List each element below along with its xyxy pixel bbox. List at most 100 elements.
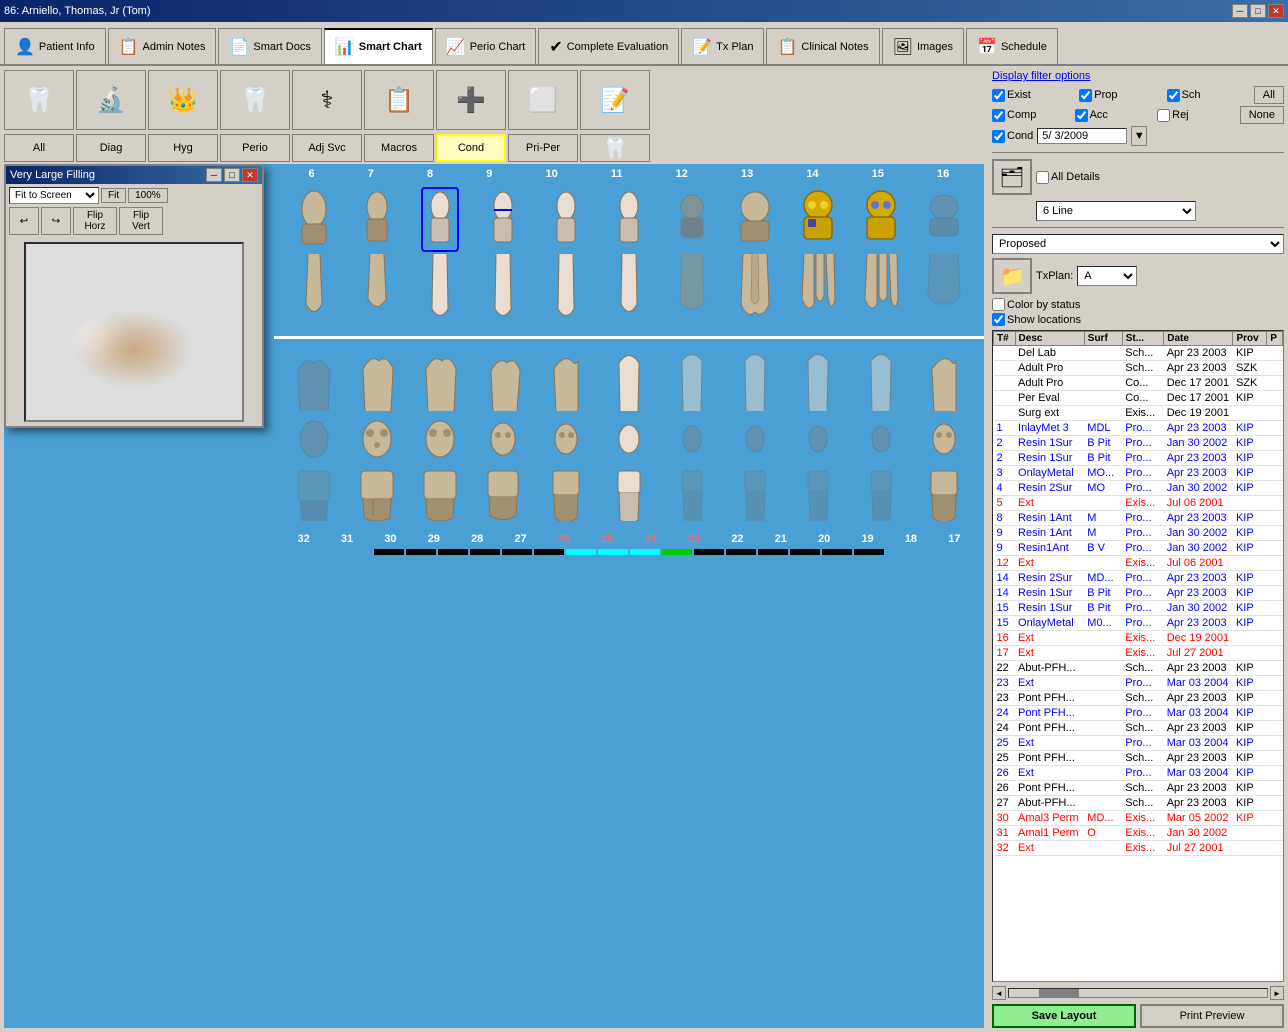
tab-images[interactable]: 🖼 Images: [882, 28, 964, 64]
tool-btn-icon8[interactable]: ⬜: [508, 70, 578, 130]
table-row[interactable]: 14Resin 2SurMD...Pro...Apr 23 2003KIP: [994, 571, 1283, 586]
table-row[interactable]: 32ExtExis...Jul 27 2001: [994, 841, 1283, 856]
btn-macros[interactable]: Macros: [364, 134, 434, 162]
tooth-25-occlusal[interactable]: [799, 414, 837, 464]
table-row[interactable]: 24Pont PFH...Sch...Apr 23 2003KIP: [994, 721, 1283, 736]
tooth-17-occlusal[interactable]: [295, 414, 333, 464]
float-minimize-btn[interactable]: ─: [206, 168, 222, 182]
tooth-23-facial[interactable]: [673, 466, 711, 526]
tab-patient-info[interactable]: 👤 Patient Info: [4, 28, 106, 64]
tool-btn-icon5[interactable]: ⚕: [292, 70, 362, 130]
table-row[interactable]: 2Resin 1SurB PitPro...Jan 30 2002KIP: [994, 436, 1283, 451]
table-row[interactable]: Surg extExis...Dec 19 2001: [994, 406, 1283, 421]
line-select[interactable]: 6 Line 4 Line 8 Line: [1036, 201, 1196, 221]
tab-complete-eval[interactable]: ✔ Complete Evaluation: [538, 28, 679, 64]
table-row[interactable]: 22Abut-PFH...Sch...Apr 23 2003KIP: [994, 661, 1283, 676]
table-row[interactable]: 3OnlayMetalMO...Pro...Apr 23 2003KIP: [994, 466, 1283, 481]
table-row[interactable]: Adult ProCo...Dec 17 2001SZK: [994, 376, 1283, 391]
btn-extra[interactable]: 🦷: [580, 134, 650, 162]
cond-checkbox[interactable]: [992, 130, 1005, 143]
scroll-right-btn[interactable]: ►: [1270, 986, 1284, 1000]
horizontal-scrollbar[interactable]: ◄ ►: [992, 986, 1284, 1000]
tooth-27-facial[interactable]: [925, 466, 963, 526]
tool-btn-icon4[interactable]: 🦷: [220, 70, 290, 130]
float-close-btn[interactable]: ✕: [242, 168, 258, 182]
flip-vert-btn[interactable]: FlipVert: [119, 207, 163, 235]
table-row[interactable]: 27Abut-PFH...Sch...Apr 23 2003KIP: [994, 796, 1283, 811]
table-row[interactable]: 17ExtExis...Jul 27 2001: [994, 646, 1283, 661]
tooth-11-crown[interactable]: [610, 187, 648, 252]
table-row[interactable]: 14Resin 1SurB PitPro...Apr 23 2003KIP: [994, 586, 1283, 601]
scroll-thumb[interactable]: [1039, 989, 1079, 997]
btn-cond[interactable]: Cond: [436, 134, 506, 162]
close-btn[interactable]: ✕: [1268, 4, 1284, 18]
prop-checkbox[interactable]: [1079, 89, 1092, 102]
txplan-select[interactable]: A B C: [1077, 266, 1137, 286]
table-row[interactable]: 5ExtExis...Jul 06 2001: [994, 496, 1283, 511]
tooth-26-occlusal[interactable]: [862, 414, 900, 464]
sch-checkbox[interactable]: [1167, 89, 1180, 102]
redo-btn[interactable]: ↪: [41, 207, 71, 235]
color-status-checkbox[interactable]: [992, 298, 1005, 311]
print-preview-btn[interactable]: Print Preview: [1140, 1004, 1284, 1028]
table-row[interactable]: Adult ProSch...Apr 23 2003SZK: [994, 361, 1283, 376]
table-row[interactable]: 15Resin 1SurB PitPro...Jan 30 2002KIP: [994, 601, 1283, 616]
table-row[interactable]: 12ExtExis...Jul 06 2001: [994, 556, 1283, 571]
maximize-btn[interactable]: □: [1250, 4, 1266, 18]
table-row[interactable]: 25ExtPro...Mar 03 2004KIP: [994, 736, 1283, 751]
show-locations-checkbox[interactable]: [992, 313, 1005, 326]
btn-pri-per[interactable]: Pri-Per: [508, 134, 578, 162]
tab-admin-notes[interactable]: 📋 Admin Notes: [108, 28, 217, 64]
table-row[interactable]: 26Pont PFH...Sch...Apr 23 2003KIP: [994, 781, 1283, 796]
tooth-27-occlusal[interactable]: [925, 414, 963, 464]
detail-icon-btn[interactable]: 🗂: [992, 159, 1032, 195]
tool-btn-icon9[interactable]: 📝: [580, 70, 650, 130]
table-row[interactable]: 30Amal3 PermMD...Exis...Mar 05 2002KIP: [994, 811, 1283, 826]
table-row[interactable]: 9Resin 1AntMPro...Jan 30 2002KIP: [994, 526, 1283, 541]
tab-smart-chart[interactable]: 📊 Smart Chart: [324, 28, 433, 64]
all-details-checkbox[interactable]: [1036, 171, 1049, 184]
tooth-19-facial[interactable]: [421, 466, 459, 526]
fit-select[interactable]: Fit to Screen Fit to Width Actual Size: [9, 187, 99, 204]
proposed-select[interactable]: Proposed Completed All: [992, 234, 1284, 254]
table-row[interactable]: 9Resin1AntB VPro...Jan 30 2002KIP: [994, 541, 1283, 556]
table-row[interactable]: Per EvalCo...Dec 17 2001KIP: [994, 391, 1283, 406]
undo-btn[interactable]: ↩: [9, 207, 39, 235]
tooth-18-facial[interactable]: [358, 466, 396, 526]
tool-btn-icon6[interactable]: 📋: [364, 70, 434, 130]
exist-checkbox[interactable]: [992, 89, 1005, 102]
btn-hyg[interactable]: Hyg: [148, 134, 218, 162]
filter-title[interactable]: Display filter options: [992, 70, 1284, 82]
tooth-17-facial[interactable]: [295, 466, 333, 526]
btn-perio[interactable]: Perio: [220, 134, 290, 162]
tooth-20-occlusal[interactable]: [484, 414, 522, 464]
tooth-26-facial[interactable]: [862, 466, 900, 526]
tab-smart-docs[interactable]: 📄 Smart Docs: [218, 28, 321, 64]
fit-btn[interactable]: Fit: [101, 188, 126, 203]
tooth-7-crown[interactable]: [358, 187, 396, 252]
date-input[interactable]: [1037, 128, 1127, 144]
tooth-23-occlusal[interactable]: [673, 414, 711, 464]
btn-all[interactable]: All: [4, 134, 74, 162]
tool-btn-icon7[interactable]: ➕: [436, 70, 506, 130]
tooth-14-crown[interactable]: [799, 187, 837, 252]
comp-checkbox[interactable]: [992, 109, 1005, 122]
rej-checkbox[interactable]: [1157, 109, 1170, 122]
tooth-13-crown[interactable]: [736, 187, 774, 252]
all-btn[interactable]: All: [1254, 86, 1284, 104]
tooth-9-crown[interactable]: [484, 187, 522, 252]
tooth-8-crown[interactable]: [421, 187, 459, 252]
tool-btn-icon3[interactable]: 👑: [148, 70, 218, 130]
tooth-19-occlusal[interactable]: [421, 414, 459, 464]
txplan-icon-btn[interactable]: 📁: [992, 258, 1032, 294]
table-row[interactable]: 4Resin 2SurMOPro...Jan 30 2002KIP: [994, 481, 1283, 496]
tooth-24-occlusal[interactable]: [736, 414, 774, 464]
tooth-12-crown[interactable]: [673, 187, 711, 252]
table-row[interactable]: 23ExtPro...Mar 03 2004KIP: [994, 676, 1283, 691]
table-row[interactable]: 25Pont PFH...Sch...Apr 23 2003KIP: [994, 751, 1283, 766]
table-row[interactable]: 26ExtPro...Mar 03 2004KIP: [994, 766, 1283, 781]
tab-schedule[interactable]: 📅 Schedule: [966, 28, 1058, 64]
none-btn[interactable]: None: [1240, 106, 1284, 124]
table-row[interactable]: 2Resin 1SurB PitPro...Apr 23 2003KIP: [994, 451, 1283, 466]
table-row[interactable]: 1InlayMet 3MDLPro...Apr 23 2003KIP: [994, 421, 1283, 436]
